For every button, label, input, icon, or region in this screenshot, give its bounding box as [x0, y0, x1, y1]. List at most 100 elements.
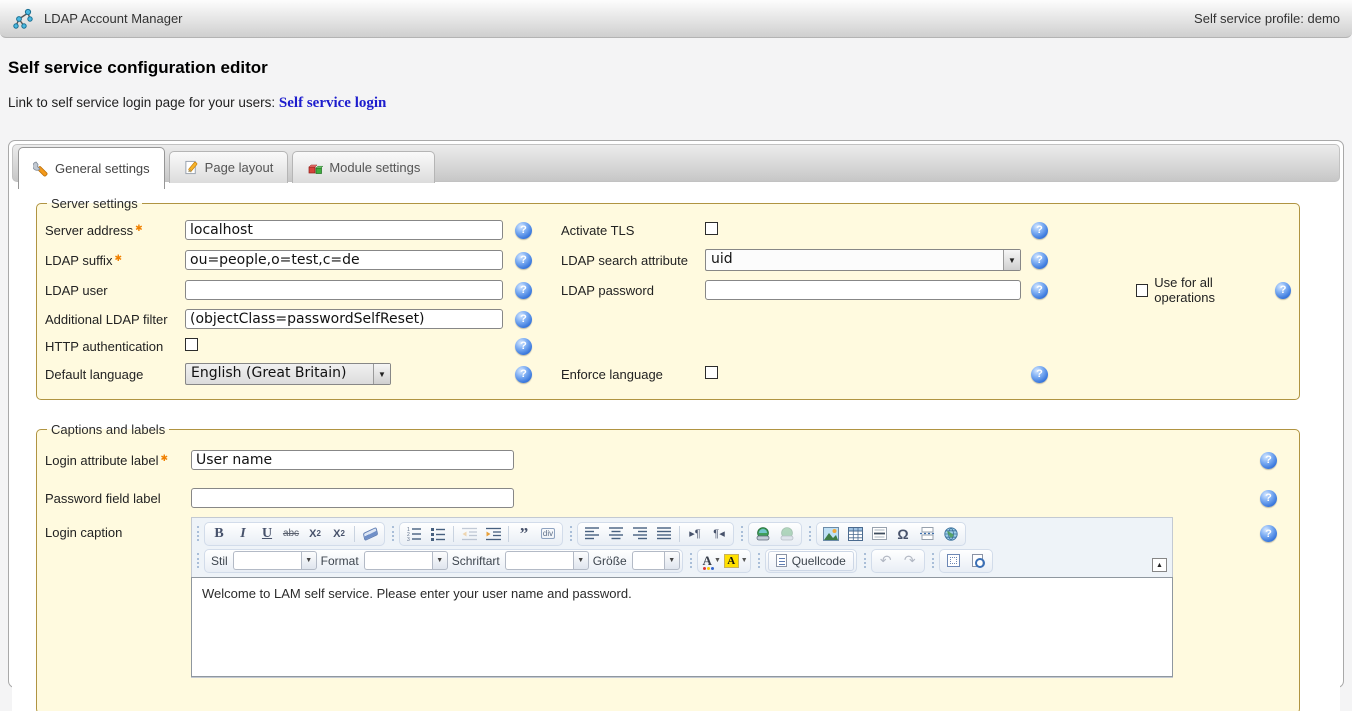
text-direction-rtl-icon[interactable]: ¶◂: [707, 523, 731, 544]
unlink-icon: [775, 523, 799, 544]
tab-label: Page layout: [205, 160, 274, 175]
ldap-user-input[interactable]: [185, 280, 503, 300]
password-field-label-input[interactable]: [191, 488, 514, 508]
special-character-icon[interactable]: Ω: [891, 523, 915, 544]
horizontal-rule-icon[interactable]: [867, 523, 891, 544]
login-link-row: Link to self service login page for your…: [8, 95, 1352, 112]
toolbar-collapse-button[interactable]: ▲: [1152, 558, 1167, 572]
background-color-icon[interactable]: A▼: [724, 550, 748, 571]
tab-label: Module settings: [329, 160, 420, 175]
enforce-language-label: Enforce language: [561, 367, 705, 382]
additional-ldap-filter-label: Additional LDAP filter: [45, 312, 185, 327]
additional-ldap-filter-input[interactable]: [185, 309, 503, 329]
source-button[interactable]: Quellcode: [768, 551, 854, 571]
ldap-suffix-label: LDAP suffix✱: [45, 253, 185, 268]
page-title: Self service configuration editor: [8, 58, 1352, 78]
div-container-icon[interactable]: div: [536, 523, 560, 544]
page-break-icon[interactable]: [915, 523, 939, 544]
profile-label: Self service profile: demo: [1194, 11, 1340, 26]
align-right-icon[interactable]: [628, 523, 652, 544]
format-combo[interactable]: ▼: [364, 551, 448, 570]
help-icon[interactable]: ?: [1031, 252, 1048, 269]
help-icon[interactable]: ?: [515, 338, 532, 355]
editor-toolbar: B I U abc X2 X2: [192, 518, 1172, 577]
image-icon[interactable]: [819, 523, 843, 544]
default-language-select[interactable]: English (Great Britain) ▼: [185, 363, 391, 385]
help-icon[interactable]: ?: [1031, 366, 1048, 383]
bulleted-list-icon[interactable]: [426, 523, 450, 544]
lam-logo-icon: [12, 7, 36, 31]
align-justify-icon[interactable]: [652, 523, 676, 544]
iframe-icon[interactable]: [939, 523, 963, 544]
activate-tls-label: Activate TLS: [561, 223, 705, 238]
row-login-attribute-label: Login attribute label✱ ?: [45, 441, 1291, 479]
help-icon[interactable]: ?: [515, 311, 532, 328]
wrench-icon: [33, 161, 49, 177]
login-attribute-label-input[interactable]: [191, 450, 514, 470]
maximize-icon[interactable]: [942, 550, 966, 571]
remove-format-icon[interactable]: [358, 523, 382, 544]
bold-icon[interactable]: B: [207, 523, 231, 544]
help-icon[interactable]: ?: [1260, 452, 1277, 469]
row-server-address: Server address✱ ? Activate TLS ?: [45, 215, 1291, 245]
toolbar-group-handle: [197, 553, 200, 568]
text-direction-ltr-icon[interactable]: ▸¶: [683, 523, 707, 544]
toolbar-group-handle: [758, 553, 761, 568]
http-authentication-label: HTTP authentication: [45, 339, 185, 354]
preview-icon[interactable]: [966, 550, 990, 571]
help-icon[interactable]: ?: [1275, 282, 1291, 299]
enforce-language-checkbox[interactable]: [705, 366, 718, 379]
toolbar-group-handle: [809, 526, 812, 541]
modules-icon: [307, 160, 323, 176]
ldap-password-input[interactable]: [705, 280, 1021, 300]
align-center-icon[interactable]: [604, 523, 628, 544]
help-icon[interactable]: ?: [515, 222, 532, 239]
editor-toolbar-row-1: B I U abc X2 X2: [195, 520, 1167, 547]
tab-page-layout[interactable]: Page layout: [169, 151, 289, 183]
source-icon: [776, 554, 787, 567]
blockquote-icon[interactable]: ”: [512, 523, 536, 544]
underline-icon[interactable]: U: [255, 523, 279, 544]
link-icon[interactable]: [751, 523, 775, 544]
self-service-login-link[interactable]: Self service login: [279, 95, 386, 111]
help-icon[interactable]: ?: [1031, 282, 1048, 299]
tab-module-settings[interactable]: Module settings: [292, 151, 435, 183]
chevron-down-icon: ▼: [573, 551, 589, 570]
help-icon[interactable]: ?: [1031, 222, 1048, 239]
edit-icon: [184, 160, 199, 175]
server-address-input[interactable]: [185, 220, 503, 240]
http-authentication-checkbox[interactable]: [185, 338, 198, 351]
help-icon[interactable]: ?: [515, 282, 532, 299]
size-combo[interactable]: ▼: [632, 551, 680, 570]
use-for-all-operations-checkbox[interactable]: [1136, 284, 1148, 297]
indent-icon[interactable]: [481, 523, 505, 544]
help-icon[interactable]: ?: [1260, 490, 1277, 507]
help-icon[interactable]: ?: [515, 366, 532, 383]
chevron-down-icon: ▼: [373, 364, 390, 384]
style-combo[interactable]: ▼: [233, 551, 317, 570]
toolbar-group-handle: [392, 526, 395, 541]
chevron-down-icon: ▼: [664, 551, 680, 570]
captions-and-labels-fieldset: Captions and labels Login attribute labe…: [36, 422, 1300, 711]
ldap-search-attribute-select[interactable]: uid ▼: [705, 249, 1021, 271]
password-field-label: Password field label: [45, 491, 191, 506]
superscript-icon[interactable]: X2: [327, 523, 351, 544]
numbered-list-icon[interactable]: 123: [402, 523, 426, 544]
format-combo-label: Format: [321, 554, 359, 568]
font-combo[interactable]: ▼: [505, 551, 589, 570]
help-icon[interactable]: ?: [1260, 525, 1277, 542]
app-title: LDAP Account Manager: [44, 11, 183, 26]
tab-general-settings[interactable]: General settings: [18, 147, 165, 189]
strikethrough-icon[interactable]: abc: [279, 523, 303, 544]
activate-tls-checkbox[interactable]: [705, 222, 718, 235]
chevron-down-icon: ▼: [432, 551, 448, 570]
text-color-icon[interactable]: A▼: [700, 550, 724, 571]
toolbar-group-handle: [932, 553, 935, 568]
editor-content[interactable]: Welcome to LAM self service. Please ente…: [191, 577, 1173, 677]
table-icon[interactable]: [843, 523, 867, 544]
italic-icon[interactable]: I: [231, 523, 255, 544]
align-left-icon[interactable]: [580, 523, 604, 544]
ldap-suffix-input[interactable]: [185, 250, 503, 270]
help-icon[interactable]: ?: [515, 252, 532, 269]
subscript-icon[interactable]: X2: [303, 523, 327, 544]
